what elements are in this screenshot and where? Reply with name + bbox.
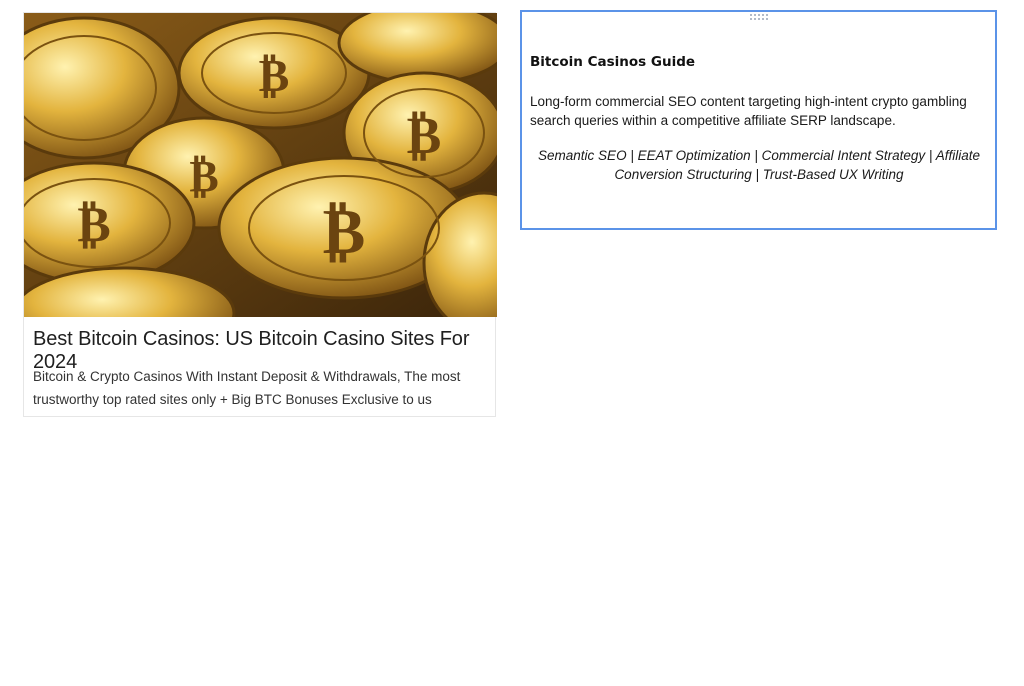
svg-text:₿: ₿ — [323, 194, 366, 269]
article-card[interactable]: ₿ ₿ ₿ ₿ ₿ Best Bitcoin Casinos: US Bitco… — [23, 12, 497, 417]
svg-text:₿: ₿ — [189, 151, 218, 202]
panel-skill-tags: Semantic SEO | EEAT Optimization | Comme… — [538, 148, 980, 182]
panel-description: Long-form commercial SEO content targeti… — [530, 94, 967, 128]
project-panel[interactable]: Bitcoin Casinos Guide Long-form commerci… — [520, 10, 997, 230]
article-thumbnail[interactable]: ₿ ₿ ₿ ₿ ₿ — [24, 13, 497, 317]
svg-text:₿: ₿ — [259, 48, 290, 102]
panel-heading: Bitcoin Casinos Guide — [530, 54, 696, 70]
svg-text:₿: ₿ — [407, 105, 442, 166]
bitcoin-coins-image: ₿ ₿ ₿ ₿ ₿ — [24, 13, 497, 317]
svg-text:₿: ₿ — [77, 194, 110, 253]
drag-handle-icon[interactable] — [748, 13, 768, 21]
article-description: Bitcoin & Crypto Casinos With Instant De… — [33, 369, 461, 407]
